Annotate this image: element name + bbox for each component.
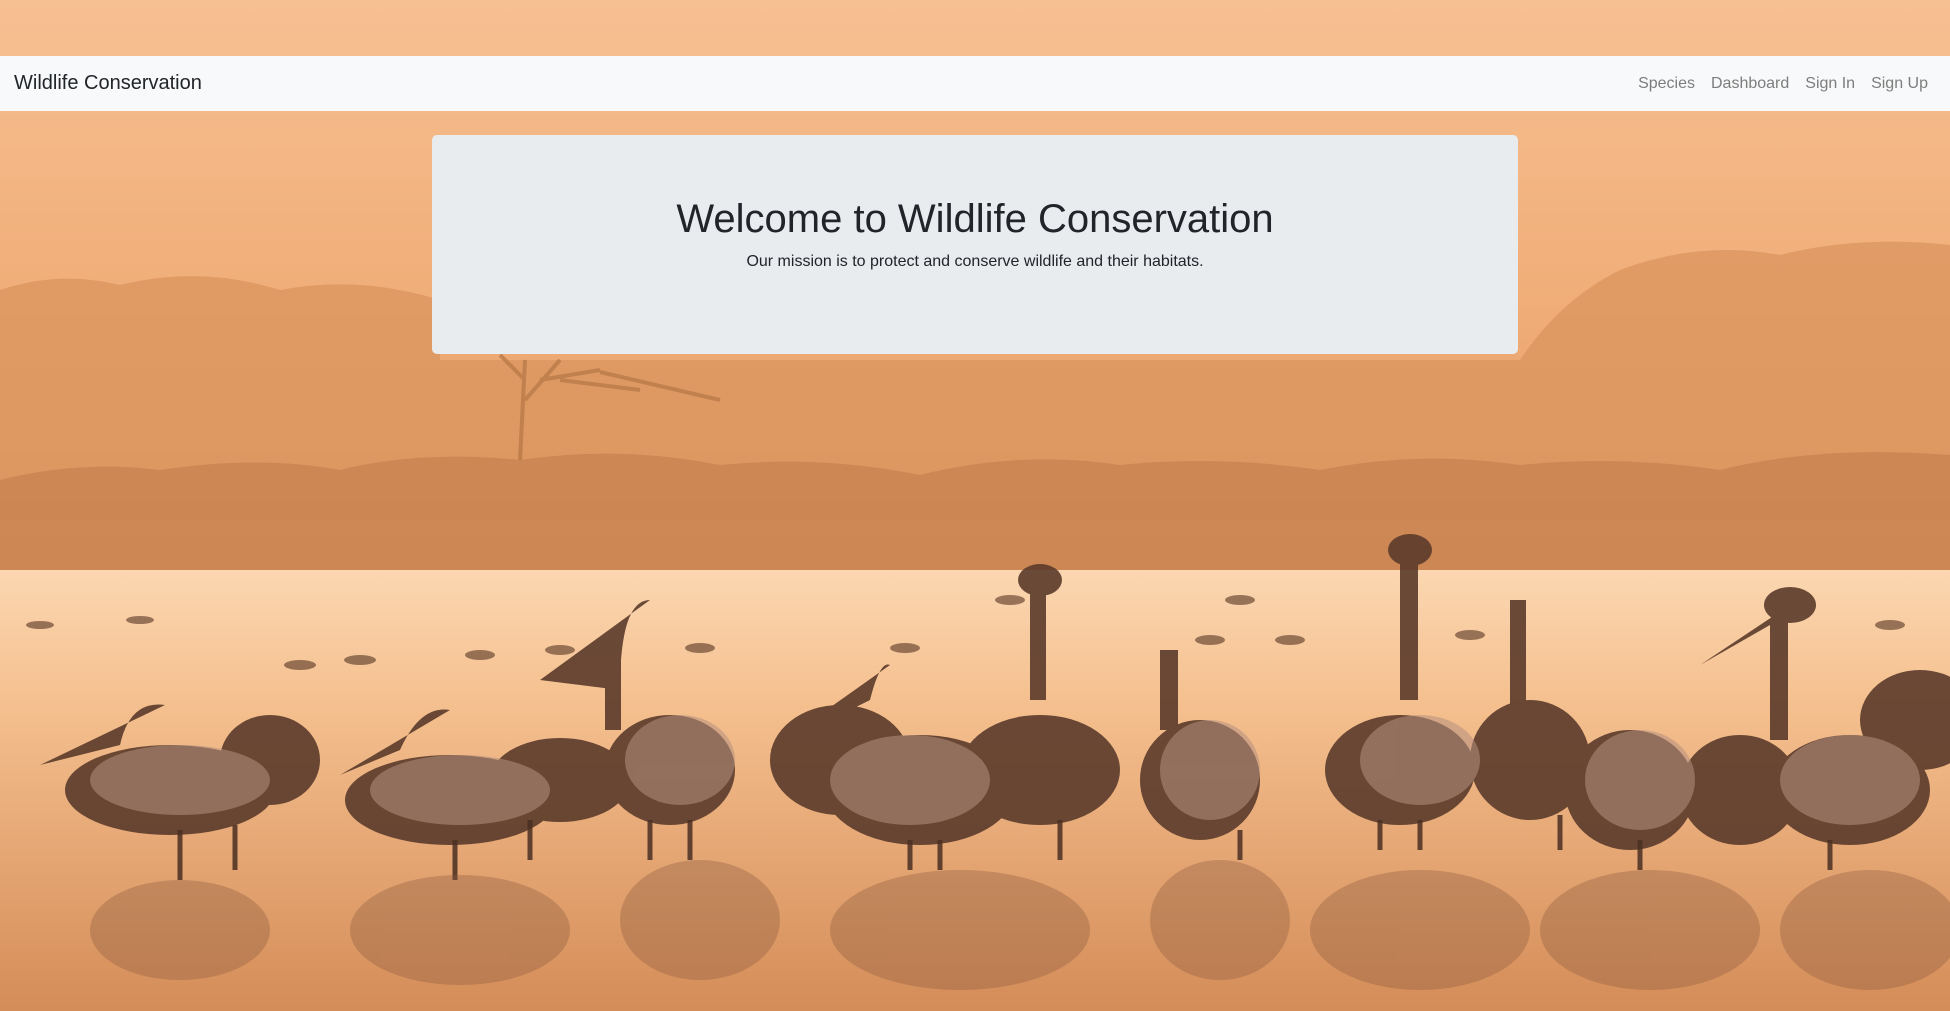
brand-link[interactable]: Wildlife Conservation — [14, 72, 202, 95]
hero-jumbotron: Welcome to Wildlife Conservation Our mis… — [432, 135, 1518, 354]
nav-link-species[interactable]: Species — [1630, 75, 1703, 93]
page: Wildlife Conservation Species Dashboard … — [0, 0, 1950, 1011]
nav-link-dashboard[interactable]: Dashboard — [1703, 75, 1797, 93]
nav-links: Species Dashboard Sign In Sign Up — [1630, 75, 1936, 93]
nav-link-sign-in[interactable]: Sign In — [1797, 75, 1863, 93]
nav-link-sign-up[interactable]: Sign Up — [1863, 75, 1936, 93]
navbar: Wildlife Conservation Species Dashboard … — [0, 56, 1950, 111]
hero-title: Welcome to Wildlife Conservation — [676, 197, 1274, 241]
hero-subtitle: Our mission is to protect and conserve w… — [746, 253, 1204, 270]
